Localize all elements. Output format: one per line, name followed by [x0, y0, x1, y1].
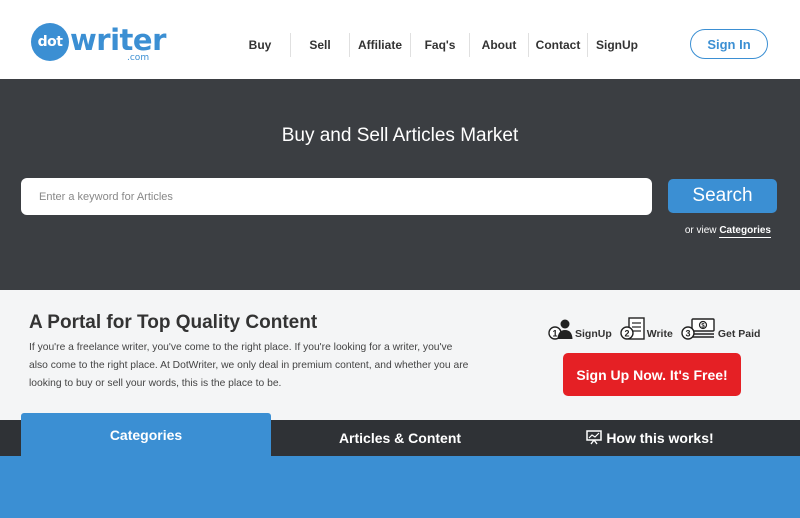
logo-word: writer [70, 22, 166, 57]
portal-title: A Portal for Top Quality Content [29, 312, 318, 333]
svg-text:2: 2 [624, 329, 629, 339]
svg-text:3: 3 [685, 329, 690, 339]
step-signup-label: SignUp [575, 328, 612, 340]
hero-title: Buy and Sell Articles Market [281, 125, 519, 146]
nav-sell[interactable]: Sell [291, 38, 349, 52]
nav-signup[interactable]: SignUp [588, 38, 646, 52]
categories-panel [0, 456, 800, 518]
search-button[interactable]: Search [668, 179, 777, 213]
dotwriter-logo[interactable]: dot writer .com [31, 22, 166, 63]
portal-section: A Portal for Top Quality Content If you'… [0, 290, 800, 420]
hero-section: Buy and Sell Articles Market Search or v… [0, 79, 800, 290]
step-signup: 1 SignUp [548, 317, 612, 341]
nav-faqs[interactable]: Faq's [411, 38, 469, 52]
sign-in-button[interactable]: Sign In [690, 29, 768, 59]
site-header: dot writer .com Buy Sell Affiliate Faq's… [0, 0, 800, 79]
view-prefix: or view [684, 225, 717, 236]
content-tabs: Categories Articles & Content How this w… [0, 413, 800, 456]
portal-description: If you're a freelance writer, you've com… [29, 342, 469, 389]
money-icon: $ 3 [681, 317, 717, 341]
nav-buy[interactable]: Buy [230, 38, 290, 52]
presentation-icon [586, 430, 603, 448]
search-input[interactable] [21, 178, 652, 215]
view-categories: or view Categories [684, 225, 771, 238]
main-nav: Buy Sell Affiliate Faq's About Contact S… [230, 33, 646, 57]
tab-how-label: How this works! [606, 430, 714, 446]
nav-affiliate[interactable]: Affiliate [350, 38, 410, 52]
step-write-label: Write [646, 328, 673, 340]
svg-text:1: 1 [552, 329, 557, 339]
user-icon: 1 [548, 317, 574, 341]
nav-contact[interactable]: Contact [529, 38, 587, 52]
tab-articles-content[interactable]: Articles & Content [275, 420, 525, 456]
logo-dot: dot [31, 23, 69, 61]
categories-link[interactable]: Categories [719, 225, 771, 238]
steps-row: 1 SignUp 2 Write $ 3 Get Paid [548, 317, 768, 341]
step-get-paid: $ 3 Get Paid [681, 317, 761, 341]
tab-how-this-works[interactable]: How this works! [525, 420, 775, 456]
document-icon: 2 [620, 317, 646, 341]
step-write: 2 Write [620, 317, 673, 341]
tab-categories[interactable]: Categories [21, 413, 271, 456]
nav-about[interactable]: About [470, 38, 528, 52]
signup-free-button[interactable]: Sign Up Now. It's Free! [563, 353, 741, 396]
step-get-paid-label: Get Paid [717, 328, 761, 340]
logo-com: .com [127, 53, 150, 63]
